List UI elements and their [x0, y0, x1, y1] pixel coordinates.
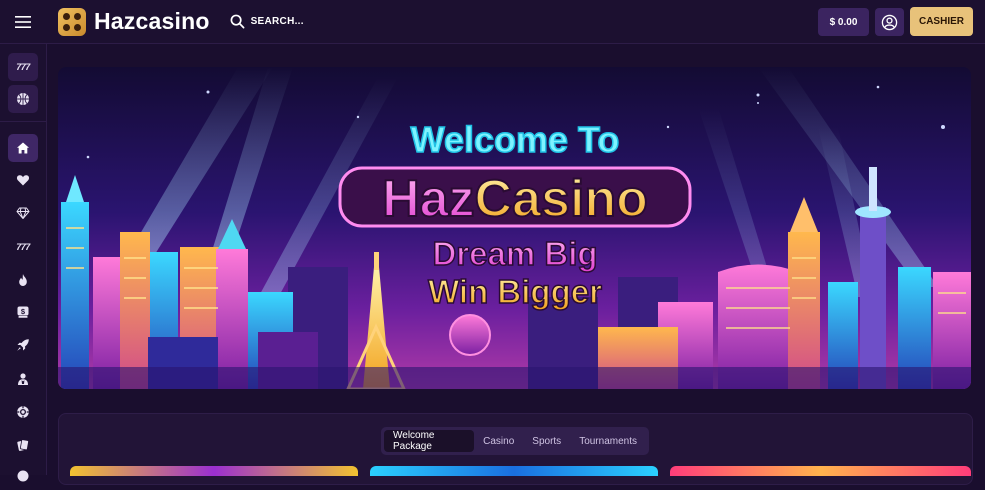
top-header: Hazcasino $ 0.00 CASHIER [0, 0, 985, 44]
flame-icon [19, 274, 27, 286]
sidebar-divider [0, 121, 46, 122]
tab-sports[interactable]: Sports [523, 430, 570, 452]
tab-welcome-package[interactable]: Welcome Package [384, 430, 475, 452]
tab-tournaments[interactable]: Tournaments [570, 430, 646, 452]
banner-haz-text: Haz [382, 170, 474, 228]
heart-icon [16, 175, 30, 186]
slots-777-icon: 777 [16, 62, 30, 72]
sidebar-item-vip[interactable] [8, 199, 38, 227]
promo-tabs: Welcome Package Casino Sports Tournament… [381, 427, 649, 455]
chip-icon [17, 406, 29, 418]
svg-text:HazCasino: HazCasino [382, 170, 648, 228]
sidebar-item-slots-2[interactable]: 777 [8, 233, 38, 261]
ball-icon [17, 470, 29, 482]
search-bar[interactable] [230, 14, 371, 29]
dollar-badge-icon: $ [17, 306, 29, 318]
slots-777-icon: 777 [16, 242, 30, 252]
sidebar-item-bonus[interactable]: $ [8, 298, 38, 326]
sidebar: 777 777 $ [0, 44, 47, 482]
diamond-icon [16, 207, 30, 219]
brand-logo[interactable]: Hazcasino [58, 7, 210, 36]
dealer-icon [18, 373, 28, 385]
sidebar-item-favorites[interactable] [8, 166, 38, 194]
balance-button[interactable]: $ 0.00 [818, 8, 869, 36]
sidebar-item-hot[interactable] [8, 266, 38, 294]
sidebar-item-new[interactable] [8, 331, 38, 359]
sidebar-item-live-dealer[interactable] [8, 365, 38, 393]
search-input[interactable] [250, 16, 371, 27]
rocket-icon [17, 339, 29, 351]
tab-casino[interactable]: Casino [474, 430, 523, 452]
vegas-skyline-illustration: Welcome To HazCasino Dream Big Win Bigge… [58, 67, 971, 389]
search-icon [230, 14, 245, 29]
cashier-button[interactable]: CASHIER [910, 7, 973, 36]
banner-welcome-text: Welcome To [411, 119, 620, 160]
banner-dream-text: Dream Big [432, 235, 597, 272]
sidebar-item-home[interactable] [8, 134, 38, 162]
banner-win-text: Win Bigger [428, 273, 602, 310]
brand-name: Hazcasino [94, 8, 210, 34]
banner-casino-text: Casino [475, 170, 648, 228]
cards-icon [17, 439, 29, 451]
cashier-label: CASHIER [918, 16, 964, 27]
sidebar-item-sports[interactable] [8, 85, 38, 113]
user-icon [881, 14, 898, 30]
home-icon [17, 142, 29, 154]
sidebar-item-blackjack[interactable] [8, 431, 38, 459]
hero-banner[interactable]: Welcome To HazCasino Dream Big Win Bigge… [58, 67, 971, 389]
profile-button[interactable] [875, 8, 904, 36]
dice-logo-icon [58, 7, 86, 36]
hamburger-icon [15, 15, 31, 28]
menu-button[interactable] [0, 0, 46, 43]
sidebar-item-more[interactable] [8, 462, 38, 490]
sidebar-item-slots[interactable]: 777 [8, 53, 38, 81]
sidebar-item-table-games[interactable] [8, 398, 38, 426]
basketball-icon [17, 93, 29, 105]
balance-value: $ 0.00 [829, 16, 858, 28]
